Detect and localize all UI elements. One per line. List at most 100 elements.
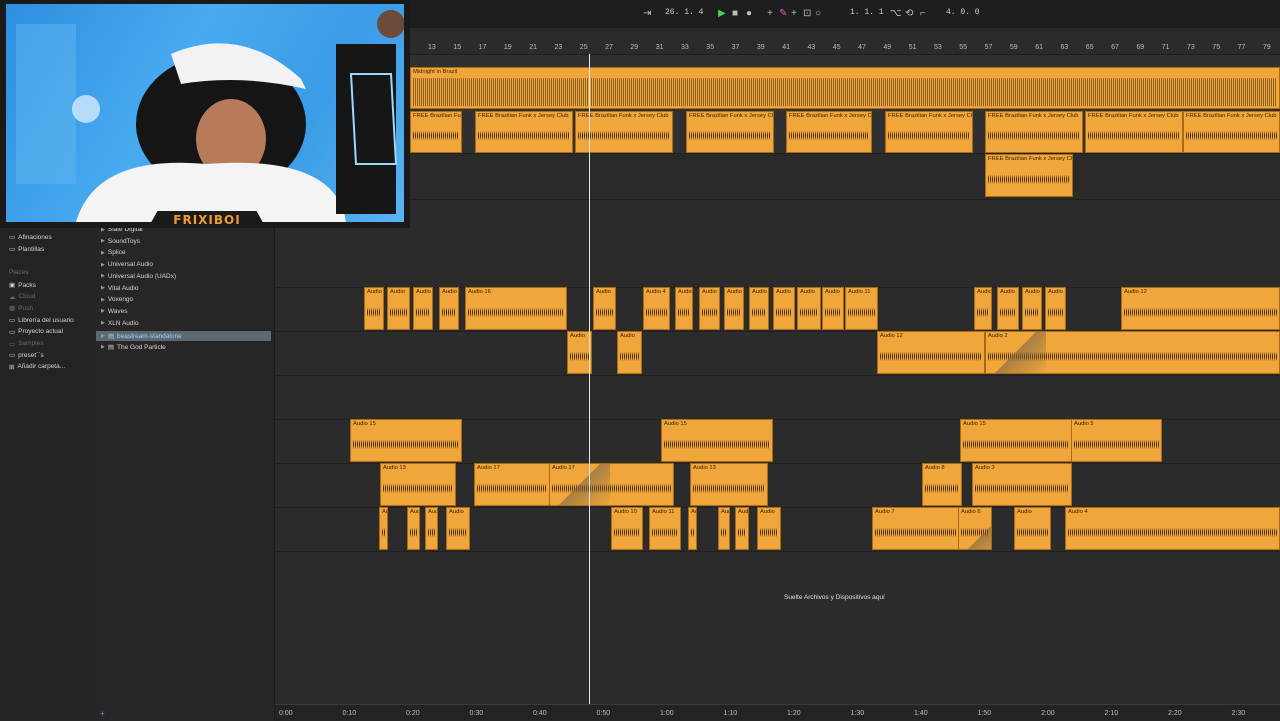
- arrangement-view[interactable]: Midnight in Brazil FREE Brazilian Funk x …: [275, 54, 1280, 704]
- beat-ruler[interactable]: 13 15 17 19 21 23 25 27 29 31 33 35 37 39 41 43 45 47 49 51…: [410, 40, 1280, 54]
- audio-clip[interactable]: Audio: [593, 287, 616, 330]
- place-item[interactable]: ▭ Samples: [9, 340, 43, 348]
- chevron-right-icon[interactable]: ▶: [101, 308, 105, 314]
- audio-clip[interactable]: Audio: [974, 287, 992, 330]
- audio-clip[interactable]: Audio: [822, 287, 844, 330]
- loop-icon[interactable]: ⟲: [905, 8, 913, 20]
- audio-clip[interactable]: Audio: [1014, 507, 1051, 550]
- audio-clip[interactable]: Audio: [446, 507, 470, 550]
- audio-clip[interactable]: Audio: [757, 507, 781, 550]
- audio-clip[interactable]: Audio 17: [549, 463, 674, 506]
- chevron-right-icon[interactable]: ▶: [101, 333, 105, 339]
- plugin-folder[interactable]: ▶ Waves: [101, 308, 127, 315]
- audio-clip[interactable]: Audio: [407, 507, 420, 550]
- audio-clip[interactable]: Audio: [1045, 287, 1066, 330]
- track-lane[interactable]: [275, 153, 1280, 200]
- place-item[interactable]: ▭ Proyecto actual: [9, 328, 63, 336]
- audio-clip[interactable]: Audio: [688, 507, 697, 550]
- audio-clip[interactable]: Audio 8: [922, 463, 962, 506]
- audio-clip[interactable]: Audio 4: [1065, 507, 1280, 550]
- audio-clip[interactable]: Audio: [749, 287, 769, 330]
- audio-clip[interactable]: Audio 4: [643, 287, 670, 330]
- loop-start-display[interactable]: 1. 1. 1: [850, 8, 884, 17]
- audio-clip[interactable]: FREE Brazilian Funk x Jersey Club: [985, 111, 1083, 153]
- audio-clip[interactable]: FREE Brazilian Funk x Jersey Club: [885, 111, 973, 153]
- audio-clip[interactable]: Audio: [425, 507, 438, 550]
- playhead[interactable]: [589, 54, 590, 704]
- chevron-right-icon[interactable]: ▶: [101, 250, 105, 256]
- audio-clip[interactable]: FREE Brazilian Funk x Jersey Club: [1085, 111, 1183, 153]
- audio-clip[interactable]: Audio 16: [465, 287, 567, 330]
- audio-clip[interactable]: Audio 12: [877, 331, 985, 374]
- audio-clip[interactable]: Audio 2: [985, 331, 1280, 374]
- chevron-right-icon[interactable]: ▶: [101, 262, 105, 268]
- audio-clip[interactable]: FREE Brazilian Funk x Jersey Club: [786, 111, 872, 153]
- chevron-right-icon[interactable]: ▶: [101, 238, 105, 244]
- audio-clip[interactable]: Audio 11: [649, 507, 681, 550]
- place-item[interactable]: ☁ Cloud: [9, 293, 35, 301]
- place-item[interactable]: ▦ Push: [9, 304, 33, 313]
- audio-clip[interactable]: Audio 12: [1121, 287, 1280, 330]
- record-icon[interactable]: ●: [746, 8, 752, 20]
- track-lane[interactable]: [275, 551, 1280, 704]
- audio-clip[interactable]: Audio 10: [611, 507, 643, 550]
- audio-clip[interactable]: Audio 7: [872, 507, 960, 550]
- audio-clip[interactable]: Audio: [379, 507, 388, 550]
- fade-curve[interactable]: [986, 332, 1046, 373]
- punch-out-icon[interactable]: ⌐: [920, 8, 926, 20]
- overdub-icon[interactable]: +: [767, 8, 773, 20]
- add-icon[interactable]: +: [791, 8, 797, 20]
- audio-clip[interactable]: FREE Brazilian Funk x Jersey Club: [985, 154, 1073, 197]
- audio-clip[interactable]: Audio: [413, 287, 433, 330]
- audio-clip[interactable]: Audio 11: [845, 287, 878, 330]
- automation-arm-icon[interactable]: ✎: [779, 8, 787, 20]
- follow-icon[interactable]: ⇥: [643, 8, 651, 20]
- audio-clip[interactable]: Audio 3: [972, 463, 1072, 506]
- audio-clip[interactable]: Audio 5: [1071, 419, 1162, 462]
- plugin-folder[interactable]: ▶ Universal Audio (UADx): [101, 273, 176, 280]
- plugin-folder[interactable]: ▶ ▤ beastream-standalone: [96, 331, 271, 342]
- fade-curve[interactable]: [959, 508, 991, 549]
- chevron-right-icon[interactable]: ▶: [101, 344, 105, 350]
- fade-curve[interactable]: [550, 464, 610, 505]
- stop-icon[interactable]: ■: [732, 8, 738, 20]
- metronome-icon[interactable]: ○: [815, 8, 821, 20]
- play-icon[interactable]: ▶: [718, 8, 726, 20]
- audio-clip[interactable]: Audio: [675, 287, 693, 330]
- audio-clip[interactable]: Audio: [364, 287, 384, 330]
- collection-item[interactable]: ▭ Plantillas: [9, 245, 44, 254]
- audio-clip[interactable]: Audio: [439, 287, 459, 330]
- audio-clip[interactable]: Audio 15: [661, 419, 773, 462]
- position-display[interactable]: 26. 1. 4: [665, 8, 703, 17]
- plugin-folder[interactable]: ▶ ▤ The God Particle: [101, 343, 166, 352]
- collection-item[interactable]: ▭ Afinaciones: [9, 233, 52, 242]
- plugin-folder[interactable]: ▶ SoundToys: [101, 238, 140, 245]
- audio-clip[interactable]: Audio: [699, 287, 720, 330]
- audio-clip[interactable]: Audio: [617, 331, 642, 374]
- add-icon[interactable]: +: [100, 709, 105, 718]
- place-item[interactable]: ▭ preset´´s: [9, 351, 44, 360]
- plugin-folder[interactable]: ▶ Splice: [101, 249, 126, 256]
- audio-clip[interactable]: Audio: [773, 287, 795, 330]
- audio-clip[interactable]: Audio: [387, 287, 410, 330]
- time-ruler[interactable]: 0:00 0:10 0:20 0:30 0:40 0:50 1:00 1:10 1:20 1:30…: [275, 704, 1280, 721]
- chevron-right-icon[interactable]: ▶: [101, 273, 105, 279]
- audio-clip[interactable]: Audio: [718, 507, 730, 550]
- audio-clip[interactable]: Audio: [1022, 287, 1042, 330]
- session-record-icon[interactable]: ⊡: [803, 8, 811, 20]
- place-item[interactable]: ▭ Librería del usuario: [9, 316, 74, 325]
- audio-clip[interactable]: Audio 6: [958, 507, 992, 550]
- chevron-right-icon[interactable]: ▶: [101, 297, 105, 303]
- audio-clip[interactable]: Audio 13: [380, 463, 456, 506]
- place-item[interactable]: ▣ Packs: [9, 281, 36, 290]
- audio-clip[interactable]: Audio: [735, 507, 749, 550]
- audio-clip[interactable]: Audio: [797, 287, 821, 330]
- audio-clip[interactable]: Audio 15: [350, 419, 462, 462]
- audio-clip[interactable]: Audio 13: [690, 463, 768, 506]
- punch-in-icon[interactable]: ⌥: [890, 8, 902, 20]
- audio-clip[interactable]: FREE Brazilian Funk x Jersey Club: [686, 111, 774, 153]
- place-item[interactable]: ⊞ Añadir carpeta...: [9, 363, 65, 371]
- audio-clip[interactable]: Audio: [997, 287, 1019, 330]
- chevron-right-icon[interactable]: ▶: [101, 320, 105, 326]
- audio-clip[interactable]: FREE Brazilian Funk x Jersey Club: [475, 111, 573, 153]
